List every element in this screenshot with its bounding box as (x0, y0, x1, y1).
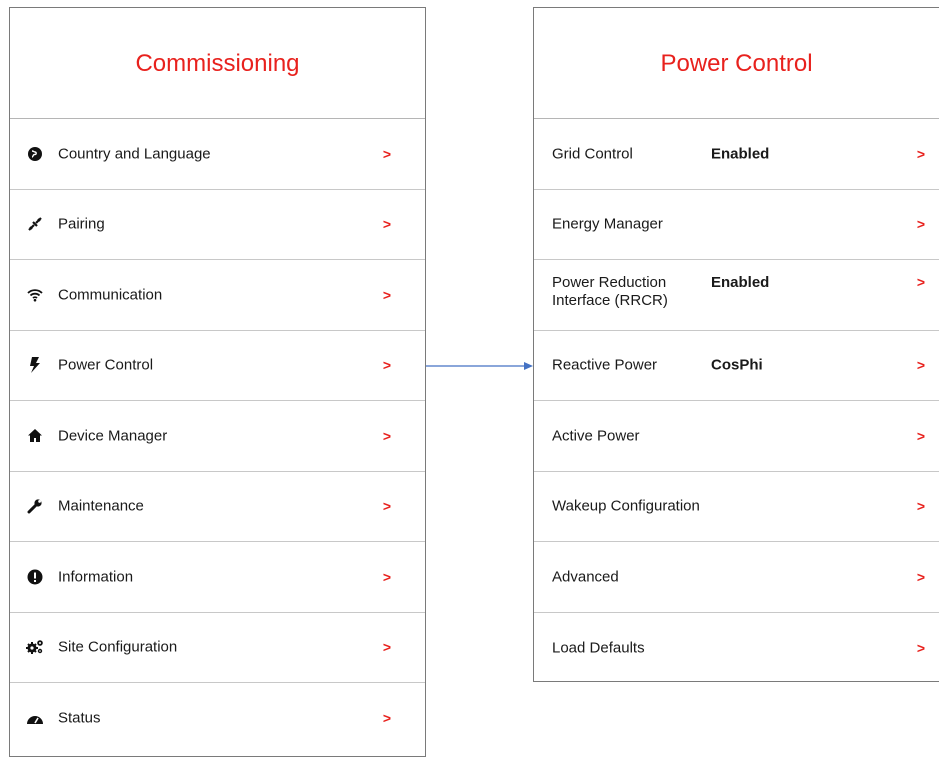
chevron-right-icon: > (916, 357, 925, 374)
wrench-icon (26, 497, 44, 515)
chevron-right-icon: > (382, 710, 391, 727)
menu-item-pairing[interactable]: Pairing > (10, 190, 425, 260)
chevron-right-icon: > (916, 639, 925, 656)
power-control-title: Power Control (534, 8, 939, 119)
commissioning-title: Commissioning (10, 8, 425, 119)
chevron-right-icon: > (916, 498, 925, 515)
menu-item-country-and-language[interactable]: Country and Language > (10, 119, 425, 190)
info-icon (26, 568, 44, 586)
status-value: Enabled (711, 145, 770, 163)
menu-item-label: Active Power (552, 427, 640, 445)
chevron-right-icon: > (916, 427, 925, 444)
menu-item-label: Advanced (552, 568, 619, 586)
chevron-right-icon: > (382, 639, 391, 656)
chevron-right-icon: > (916, 568, 925, 585)
menu-item-label: Energy Manager (552, 215, 663, 233)
menu-item-label: Information (58, 568, 134, 586)
menu-item-maintenance[interactable]: Maintenance > (10, 472, 425, 542)
menu-item-grid-control[interactable]: Grid Control Enabled > (534, 119, 939, 190)
chevron-right-icon: > (916, 145, 925, 162)
status-value: Enabled (711, 274, 770, 291)
menu-item-label: Wakeup Configuration (552, 497, 700, 515)
wifi-icon (26, 286, 44, 304)
menu-item-device-manager[interactable]: Device Manager > (10, 401, 425, 472)
pairing-icon (26, 215, 44, 233)
menu-item-label: Communication (58, 286, 163, 304)
home-icon (26, 427, 44, 445)
menu-item-advanced[interactable]: Advanced > (534, 542, 939, 613)
menu-item-power-control[interactable]: Power Control > (10, 331, 425, 401)
chevron-right-icon: > (916, 216, 925, 233)
menu-item-label: Site Configuration (58, 638, 178, 656)
power-control-panel: Power Control Grid Control Enabled > Ene… (533, 7, 939, 682)
menu-item-label: Country and Language (58, 145, 211, 163)
chevron-right-icon: > (382, 286, 391, 303)
commissioning-panel: Commissioning Country and Language > Pai… (9, 7, 426, 757)
menu-item-wakeup-configuration[interactable]: Wakeup Configuration > (534, 472, 939, 542)
menu-item-load-defaults[interactable]: Load Defaults > (534, 613, 939, 684)
menu-item-label: Power Control (58, 356, 154, 374)
chevron-right-icon: > (382, 216, 391, 233)
navigation-arrow (426, 362, 533, 370)
menu-item-site-configuration[interactable]: Site Configuration > (10, 613, 425, 683)
chevron-right-icon: > (382, 498, 391, 515)
chevron-right-icon: > (382, 427, 391, 444)
menu-item-label: Power Reduction Interface (RRCR) (552, 274, 668, 309)
menu-item-label: Load Defaults (552, 639, 645, 657)
chevron-right-icon: > (916, 274, 925, 290)
menu-item-power-reduction-interface[interactable]: Power Reduction Interface (RRCR) Enabled… (534, 260, 939, 331)
menu-item-label: Maintenance (58, 497, 144, 515)
menu-item-label: Reactive Power (552, 356, 658, 374)
chevron-right-icon: > (382, 145, 391, 162)
menu-item-status[interactable]: Status > (10, 683, 425, 754)
cogs-icon (26, 638, 44, 656)
status-value: CosPhi (711, 356, 763, 374)
menu-item-reactive-power[interactable]: Reactive Power CosPhi > (534, 331, 939, 401)
bolt-icon (26, 356, 44, 374)
menu-item-label: Grid Control (552, 145, 633, 163)
menu-item-information[interactable]: Information > (10, 542, 425, 613)
gauge-icon (26, 709, 44, 727)
chevron-right-icon: > (382, 568, 391, 585)
globe-icon (26, 145, 44, 163)
menu-item-label: Device Manager (58, 427, 168, 445)
menu-item-label: Status (58, 709, 101, 727)
menu-item-energy-manager[interactable]: Energy Manager > (534, 190, 939, 260)
menu-item-active-power[interactable]: Active Power > (534, 401, 939, 472)
menu-item-communication[interactable]: Communication > (10, 260, 425, 331)
menu-item-label: Pairing (58, 215, 105, 233)
chevron-right-icon: > (382, 357, 391, 374)
